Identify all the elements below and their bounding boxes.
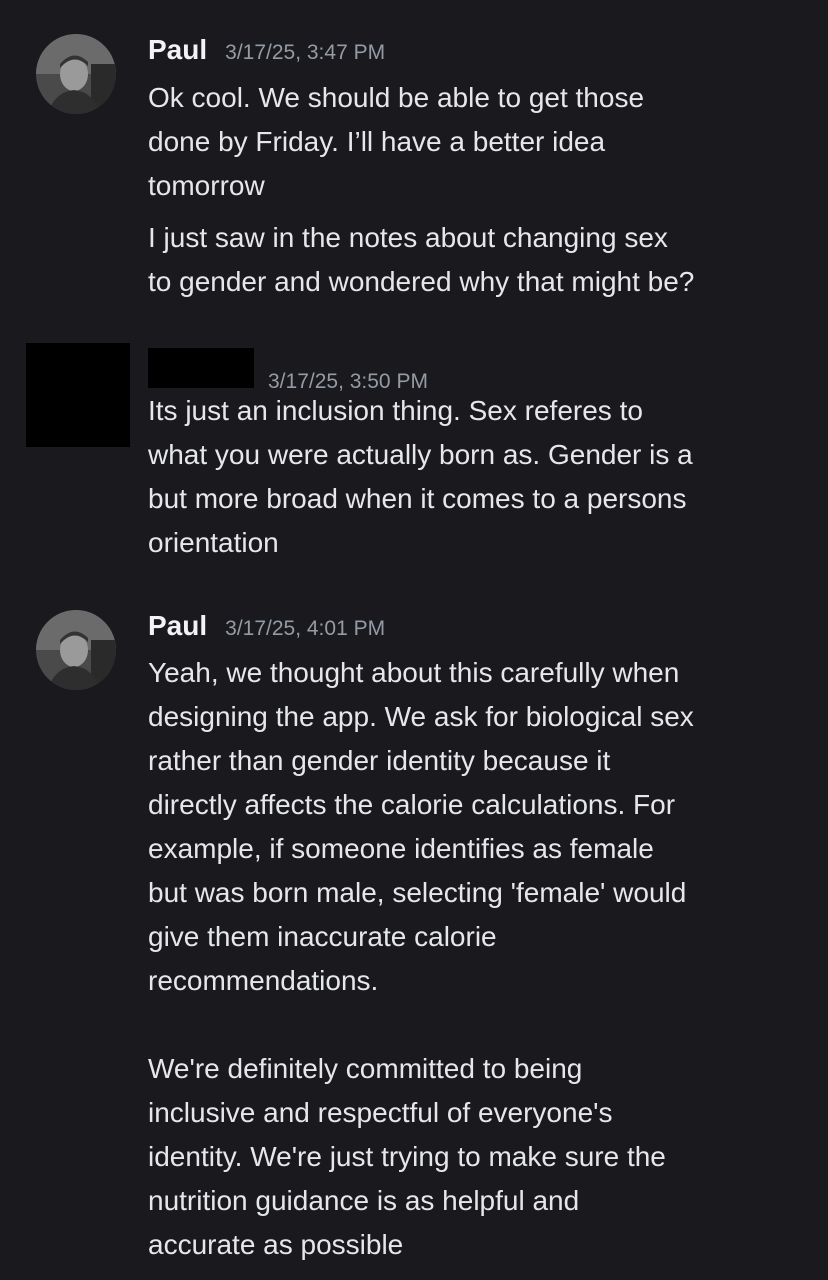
message-header: Paul 3/17/25, 3:47 PM <box>148 34 385 70</box>
message-header: Paul 3/17/25, 4:01 PM <box>148 610 385 646</box>
message-header: 3/17/25, 3:50 PM <box>148 348 428 393</box>
author-name[interactable]: Paul <box>148 610 207 642</box>
redacted-avatar <box>26 343 130 447</box>
message-text: I just saw in the notes about changing s… <box>148 222 695 297</box>
message-text: Yeah, we thought about this carefully wh… <box>148 657 694 1260</box>
message-text: Ok cool. We should be able to get those … <box>148 82 645 201</box>
timestamp: 3/17/25, 4:01 PM <box>225 617 386 640</box>
message-text: Its just an inclusion thing. Sex referes… <box>148 395 693 558</box>
avatar[interactable] <box>36 610 116 690</box>
author-name[interactable]: Paul <box>148 34 207 66</box>
avatar[interactable] <box>36 34 116 114</box>
redacted-author-name <box>148 348 254 388</box>
timestamp: 3/17/25, 3:47 PM <box>225 41 386 64</box>
